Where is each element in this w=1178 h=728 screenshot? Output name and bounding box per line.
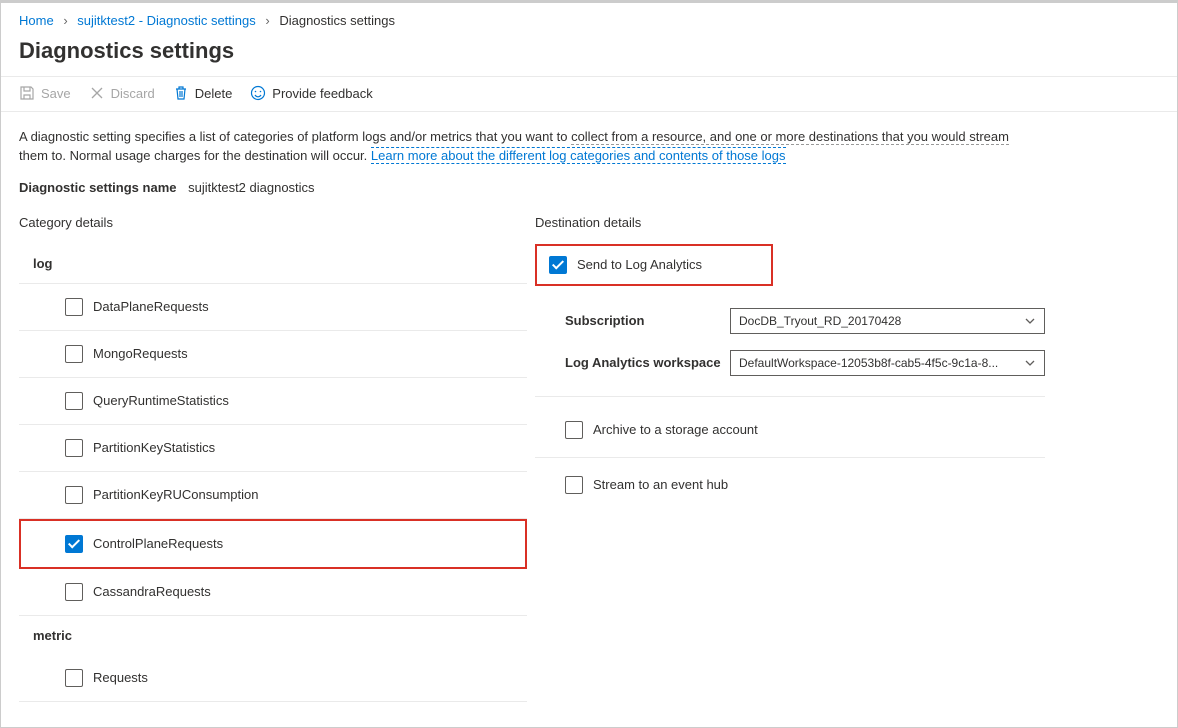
category-label: PartitionKeyStatistics	[93, 440, 215, 455]
chevron-right-icon: ›	[265, 13, 269, 28]
group-metric-label: metric	[19, 616, 527, 655]
archive-storage[interactable]: Archive to a storage account	[535, 403, 1045, 458]
save-label: Save	[41, 86, 71, 101]
discard-label: Discard	[111, 86, 155, 101]
category-label: MongoRequests	[93, 346, 188, 361]
send-log-analytics-label: Send to Log Analytics	[577, 257, 702, 272]
breadcrumb-home[interactable]: Home	[19, 13, 54, 28]
subscription-select[interactable]: DocDB_Tryout_RD_20170428	[730, 308, 1045, 334]
checkbox[interactable]	[549, 256, 567, 274]
close-icon	[89, 85, 105, 101]
trash-icon	[173, 85, 189, 101]
checkbox[interactable]	[65, 439, 83, 457]
category-partitionkeystatistics[interactable]: PartitionKeyStatistics	[19, 425, 527, 472]
checkbox[interactable]	[65, 583, 83, 601]
settings-name-label: Diagnostic settings name	[19, 180, 176, 195]
eventhub-label: Stream to an event hub	[593, 477, 728, 492]
save-button[interactable]: Save	[19, 85, 71, 101]
page-title: Diagnostics settings	[1, 34, 1177, 76]
category-label: CassandraRequests	[93, 584, 211, 599]
learn-more-link[interactable]: Learn more about the different log categ…	[371, 147, 786, 164]
workspace-field: Log Analytics workspace DefaultWorkspace…	[535, 342, 1045, 384]
category-label: DataPlaneRequests	[93, 299, 209, 314]
discard-button[interactable]: Discard	[89, 85, 155, 101]
workspace-value: DefaultWorkspace-12053b8f-cab5-4f5c-9c1a…	[739, 356, 998, 370]
category-requests[interactable]: Requests	[19, 655, 527, 702]
checkbox[interactable]	[65, 298, 83, 316]
category-queryruntimestatistics[interactable]: QueryRuntimeStatistics	[19, 378, 527, 425]
category-label: QueryRuntimeStatistics	[93, 393, 229, 408]
delete-button[interactable]: Delete	[173, 85, 233, 101]
breadcrumb-current: Diagnostics settings	[279, 13, 395, 28]
subscription-field: Subscription DocDB_Tryout_RD_20170428	[535, 300, 1045, 342]
category-controlplanerequests[interactable]: ControlPlaneRequests	[19, 519, 527, 569]
category-label: PartitionKeyRUConsumption	[93, 487, 258, 502]
subscription-label: Subscription	[565, 313, 730, 328]
category-mongorequests[interactable]: MongoRequests	[19, 331, 527, 378]
save-icon	[19, 85, 35, 101]
category-heading: Category details	[19, 215, 527, 230]
toolbar: Save Discard Delete Provide feedback	[1, 76, 1177, 112]
subscription-value: DocDB_Tryout_RD_20170428	[739, 314, 901, 328]
category-label: Requests	[93, 670, 148, 685]
checkbox[interactable]	[565, 476, 583, 494]
chevron-right-icon: ›	[63, 13, 67, 28]
checkbox[interactable]	[65, 535, 83, 553]
checkbox[interactable]	[65, 669, 83, 687]
feedback-label: Provide feedback	[272, 86, 372, 101]
category-partitionkeyruconsumption[interactable]: PartitionKeyRUConsumption	[19, 472, 527, 519]
chevron-down-icon	[1024, 315, 1036, 327]
checkbox[interactable]	[65, 486, 83, 504]
breadcrumb-item-1[interactable]: sujitktest2 - Diagnostic settings	[77, 13, 255, 28]
smiley-icon	[250, 85, 266, 101]
description-text: A diagnostic setting specifies a list of…	[19, 128, 1019, 166]
settings-name-value: sujitktest2 diagnostics	[188, 180, 314, 195]
archive-label: Archive to a storage account	[593, 422, 758, 437]
checkbox[interactable]	[565, 421, 583, 439]
destination-heading: Destination details	[535, 215, 1045, 230]
category-cassandrarequests[interactable]: CassandraRequests	[19, 569, 527, 616]
feedback-button[interactable]: Provide feedback	[250, 85, 372, 101]
chevron-down-icon	[1024, 357, 1036, 369]
stream-eventhub[interactable]: Stream to an event hub	[535, 458, 1045, 512]
settings-name-row: Diagnostic settings name sujitktest2 dia…	[19, 180, 1159, 195]
checkbox[interactable]	[65, 345, 83, 363]
workspace-select[interactable]: DefaultWorkspace-12053b8f-cab5-4f5c-9c1a…	[730, 350, 1045, 376]
category-label: ControlPlaneRequests	[93, 536, 223, 551]
delete-label: Delete	[195, 86, 233, 101]
group-log-label: log	[19, 244, 527, 284]
metric-category-list: Requests	[19, 655, 527, 702]
log-category-list: DataPlaneRequests MongoRequests QueryRun…	[19, 284, 527, 616]
checkbox[interactable]	[65, 392, 83, 410]
workspace-label: Log Analytics workspace	[565, 355, 730, 370]
breadcrumb: Home › sujitktest2 - Diagnostic settings…	[1, 3, 1177, 34]
category-dataplanerequests[interactable]: DataPlaneRequests	[19, 284, 527, 331]
send-to-log-analytics[interactable]: Send to Log Analytics	[535, 244, 773, 286]
